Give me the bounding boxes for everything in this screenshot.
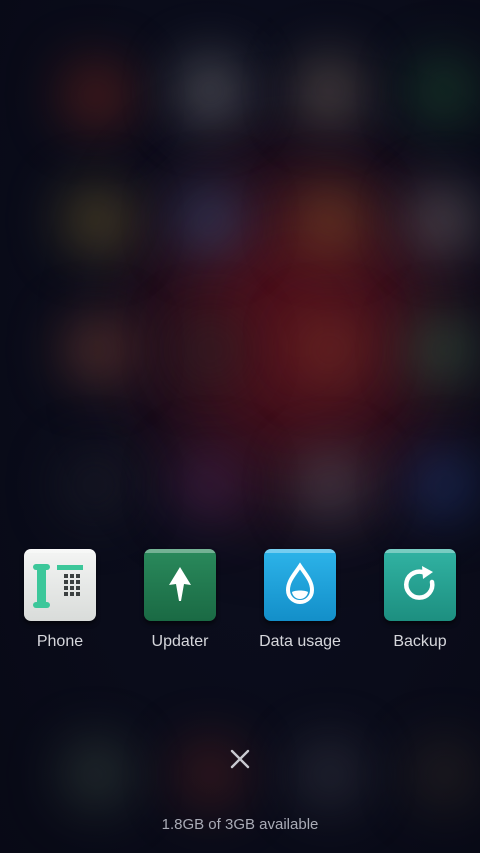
app-label-phone: Phone xyxy=(36,633,84,650)
close-all-button[interactable] xyxy=(220,739,260,779)
refresh-backup-icon xyxy=(384,549,456,621)
upload-arrow-icon xyxy=(144,549,216,621)
recent-app-phone[interactable]: Phone xyxy=(0,549,120,659)
phone-keypad-icon xyxy=(24,549,96,621)
recent-app-updater[interactable]: Updater xyxy=(120,549,240,659)
water-drop-icon xyxy=(264,549,336,621)
blurred-home-screen-background xyxy=(0,0,480,853)
recent-apps-screen: Phone Updater Data usage Backup 1.8GB of… xyxy=(0,0,480,853)
recent-app-data-usage[interactable]: Data usage xyxy=(240,549,360,659)
app-label-updater: Updater xyxy=(151,633,209,650)
app-label-backup: Backup xyxy=(393,633,447,650)
recent-app-backup[interactable]: Backup xyxy=(360,549,480,659)
recent-apps-row: Phone Updater Data usage Backup xyxy=(0,549,480,659)
memory-status-text: 1.8GB of 3GB available xyxy=(161,816,319,833)
app-label-data-usage: Data usage xyxy=(259,633,341,650)
close-icon xyxy=(230,749,250,769)
